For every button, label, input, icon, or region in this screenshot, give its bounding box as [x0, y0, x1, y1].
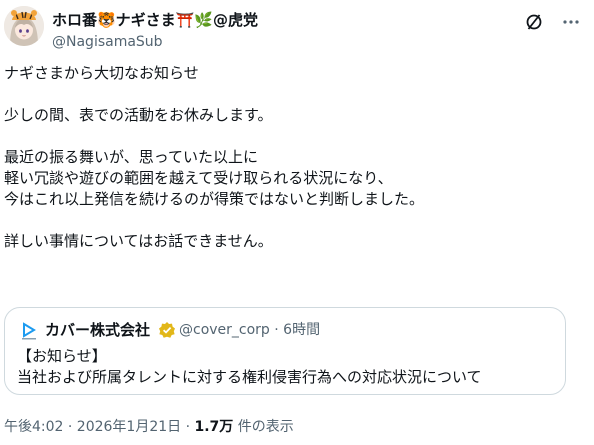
tweet-line [4, 210, 584, 231]
avatar-illustration [4, 6, 44, 46]
quoted-tweet-card[interactable]: カバー株式会社 @cover_corp · 6時間 【お知らせ】 当社および所属… [4, 307, 566, 395]
more-icon[interactable] [561, 12, 581, 32]
views-count: 1.7万 [194, 419, 234, 435]
author-display-name[interactable]: ホロ番🐯ナギさま⛩️🌿@虎党 [52, 10, 258, 30]
quoted-handle-time[interactable]: @cover_corp · 6時間 [179, 320, 320, 340]
tweet-line [4, 126, 584, 147]
quoted-line: 【お知らせ】 [17, 347, 107, 365]
cover-logo-icon [17, 319, 41, 343]
tweet-line: ナギさまから大切なお知らせ [4, 64, 199, 82]
tweet-line: 今はこれ以上発信を続けるのが得策ではないと判断しました。 [4, 190, 425, 208]
quoted-author-name[interactable]: カバー株式会社 [45, 320, 150, 340]
quoted-text: 【お知らせ】 当社および所属タレントに対する権利侵害行為への対応状況について [17, 346, 482, 388]
verified-badge-icon [158, 321, 176, 339]
views-label: 件の表示 [233, 419, 294, 435]
tweet-line [4, 84, 584, 105]
tweet-line: 少しの間、表での活動をお休みします。 [4, 106, 273, 124]
quoted-line: 当社および所属タレントに対する権利侵害行為への対応状況について [17, 368, 482, 386]
tweet-line: 詳しい事情についてはお話できません。 [4, 232, 273, 250]
tweet-meta: 午後4:02 · 2026年1月21日 · 1.7万 件の表示 [4, 417, 294, 437]
avatar[interactable] [4, 6, 44, 46]
tweet-line: 最近の振る舞いが、思っていた以上に [4, 148, 258, 166]
author-handle[interactable]: @NagisamaSub [52, 33, 163, 51]
tweet-text: ナギさまから大切なお知らせ 少しの間、表での活動をお休みします。 最近の振る舞い… [4, 63, 584, 252]
grok-icon[interactable] [524, 12, 544, 32]
tweet-line: 軽い冗談や遊びの範囲を越えて受け取られる状況になり、 [4, 169, 393, 187]
timestamp[interactable]: 午後4:02 · 2026年1月21日 · [4, 419, 195, 435]
